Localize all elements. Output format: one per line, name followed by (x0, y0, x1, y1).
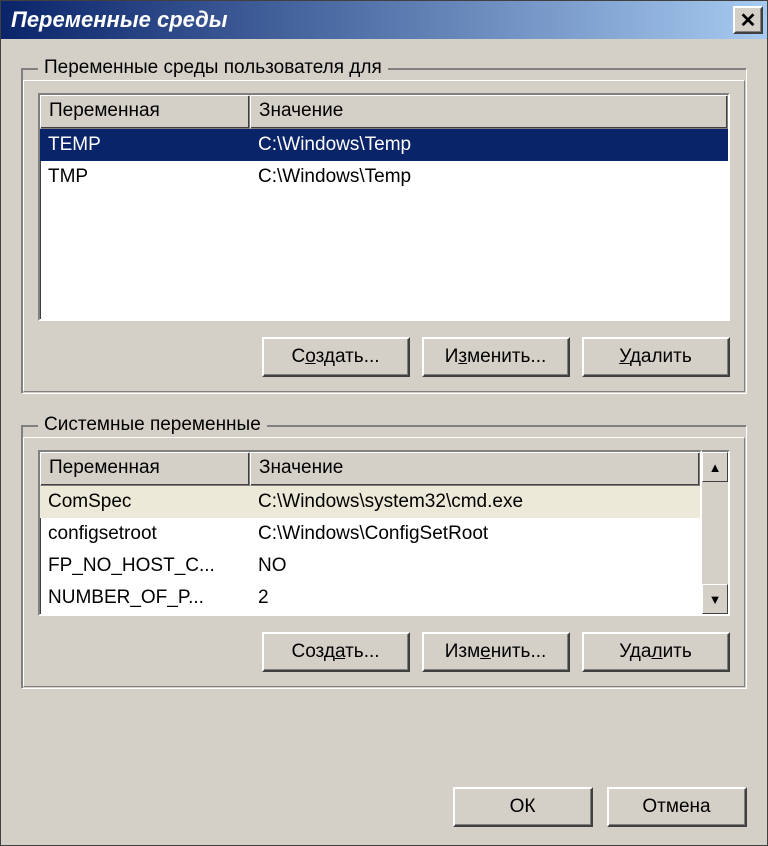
table-row[interactable]: ComSpec C:\Windows\system32\cmd.exe (40, 486, 700, 518)
system-variables-list[interactable]: Переменная Значение ComSpec C:\Windows\s… (38, 450, 702, 616)
chevron-up-icon: ▲ (709, 460, 722, 475)
user-variables-group: Переменные среды пользователя для Переме… (21, 57, 747, 394)
var-value: C:\Windows\ConfigSetRoot (250, 521, 700, 547)
dialog-button-row: ОК Отмена (1, 787, 767, 845)
var-name: NUMBER_OF_P... (40, 585, 250, 611)
dialog-content: Переменные среды пользователя для Переме… (1, 39, 767, 787)
window-title: Переменные среды (11, 7, 228, 33)
system-variables-group: Системные переменные Переменная Значение… (21, 414, 747, 689)
column-variable[interactable]: Переменная (40, 452, 250, 486)
table-row[interactable]: TEMP C:\Windows\Temp (40, 129, 728, 161)
system-delete-button[interactable]: Удалить (582, 632, 730, 672)
user-delete-button[interactable]: Удалить (582, 337, 730, 377)
var-value: NO (250, 553, 700, 579)
table-row[interactable]: NUMBER_OF_P... 2 (40, 582, 700, 614)
system-create-button[interactable]: Создать... (262, 632, 410, 672)
var-name: TMP (40, 164, 250, 190)
user-create-button[interactable]: Создать... (262, 337, 410, 377)
system-buttons: Создать... Изменить... Удалить (38, 632, 730, 672)
user-list-body: TEMP C:\Windows\Temp TMP C:\Windows\Temp (40, 129, 728, 319)
system-scrollbar[interactable]: ▲ ▼ (702, 450, 730, 616)
user-variables-list[interactable]: Переменная Значение TEMP C:\Windows\Temp… (38, 93, 730, 321)
titlebar: Переменные среды ✕ (1, 1, 767, 39)
environment-variables-dialog: Переменные среды ✕ Переменные среды поль… (0, 0, 768, 846)
cancel-button[interactable]: Отмена (607, 787, 747, 827)
var-value: 2 (250, 585, 700, 611)
user-group-legend: Переменные среды пользователя для (38, 57, 388, 79)
var-name: ComSpec (40, 489, 250, 515)
table-row[interactable]: FP_NO_HOST_C... NO (40, 550, 700, 582)
system-group-legend: Системные переменные (38, 414, 267, 436)
scroll-up-button[interactable]: ▲ (702, 452, 728, 482)
close-button[interactable]: ✕ (733, 6, 763, 34)
var-value: C:\Windows\Temp (250, 132, 728, 158)
var-name: configsetroot (40, 521, 250, 547)
user-list-header: Переменная Значение (40, 95, 728, 129)
user-edit-button[interactable]: Изменить... (422, 337, 570, 377)
column-value[interactable]: Значение (250, 95, 728, 129)
ok-button[interactable]: ОК (453, 787, 593, 827)
var-value: C:\Windows\system32\cmd.exe (250, 489, 700, 515)
table-row[interactable]: TMP C:\Windows\Temp (40, 161, 728, 193)
var-name: TEMP (40, 132, 250, 158)
chevron-down-icon: ▼ (709, 592, 722, 607)
scroll-down-button[interactable]: ▼ (702, 584, 728, 614)
table-row[interactable]: configsetroot C:\Windows\ConfigSetRoot (40, 518, 700, 550)
user-buttons: Создать... Изменить... Удалить (38, 337, 730, 377)
var-name: FP_NO_HOST_C... (40, 553, 250, 579)
system-list-header: Переменная Значение (40, 452, 700, 486)
system-list-body: ComSpec C:\Windows\system32\cmd.exe conf… (40, 486, 700, 614)
system-edit-button[interactable]: Изменить... (422, 632, 570, 672)
close-icon: ✕ (740, 8, 757, 33)
column-variable[interactable]: Переменная (40, 95, 250, 129)
var-value: C:\Windows\Temp (250, 164, 728, 190)
column-value[interactable]: Значение (250, 452, 700, 486)
